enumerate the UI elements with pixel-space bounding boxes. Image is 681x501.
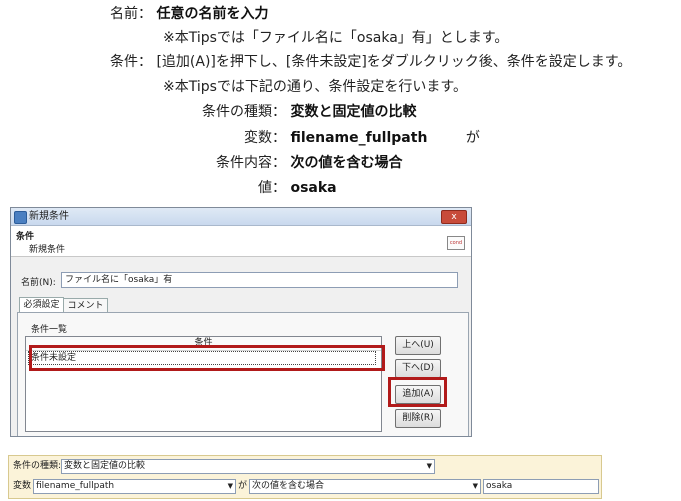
- app-icon: [14, 211, 27, 224]
- doc-name-note: ※本Tipsでは「ファイル名に「osaka」有」とします。: [163, 30, 509, 46]
- condition-editor-strip: 条件の種類: 変数と固定値の比較 ▼ 変数 filename_fullpath …: [8, 455, 602, 499]
- tab-required[interactable]: 必須設定: [19, 297, 64, 312]
- strip-kind-label: 条件の種類:: [13, 461, 62, 471]
- name-field[interactable]: ファイル名に「osaka」有: [61, 272, 458, 288]
- highlight-add-button: [388, 377, 447, 407]
- dropdown-arrow-icon: ▼: [426, 462, 432, 470]
- dropdown-arrow-icon: ▼: [472, 482, 478, 490]
- dropdown-arrow-icon: ▼: [227, 482, 233, 490]
- delete-button[interactable]: 削除(R): [395, 409, 441, 428]
- move-down-button[interactable]: 下へ(D): [395, 359, 441, 378]
- doc-cond-text: [追加(A)]を押下し、[条件未設定]をダブルクリック後、条件を設定します。: [156, 54, 632, 70]
- operator-select[interactable]: 次の値を含む場合 ▼: [249, 479, 481, 494]
- condition-kind-value: 変数と固定値の比較: [64, 461, 146, 471]
- doc-var-suffix: が: [465, 130, 480, 146]
- dialog-title: 新規条件: [29, 211, 69, 222]
- doc-cond-line: 条件： [追加(A)]を押下し、[条件未設定]をダブルクリック後、条件を設定しま…: [110, 52, 631, 72]
- doc-content-label: 条件内容：: [216, 155, 286, 171]
- dialog-titlebar[interactable]: 新規条件 x: [11, 208, 471, 226]
- doc-value-value: osaka: [290, 180, 337, 196]
- variable-select[interactable]: filename_fullpath ▼: [33, 479, 236, 494]
- operator-value: 次の値を含む場合: [252, 481, 325, 491]
- doc-cond-label: 条件：: [110, 54, 152, 70]
- doc-kind-label: 条件の種類：: [202, 104, 286, 120]
- value-field[interactable]: osaka: [483, 479, 599, 494]
- condition-list-label: 条件一覧: [31, 325, 68, 335]
- move-up-button[interactable]: 上へ(U): [395, 336, 441, 355]
- doc-var-label: 変数：: [244, 130, 286, 146]
- condition-kind-select[interactable]: 変数と固定値の比較 ▼: [61, 459, 435, 474]
- dialog-header-subtitle: 新規条件: [29, 245, 66, 255]
- cond-icon: cond: [447, 236, 465, 250]
- doc-cond-note: ※本Tipsでは下記の通り、条件設定を行います。: [163, 79, 467, 95]
- doc-name-label: 名前：: [110, 6, 152, 22]
- doc-var-value: filename_fullpath: [290, 130, 428, 146]
- doc-name-value: 任意の名前を入力: [156, 6, 269, 22]
- variable-value: filename_fullpath: [36, 481, 115, 491]
- name-label: 名前(N):: [21, 278, 56, 288]
- dialog-header: 条件 新規条件 cond: [11, 226, 471, 257]
- dialog-header-title: 条件: [16, 232, 35, 242]
- doc-value-line: 値： osaka: [200, 178, 337, 198]
- doc-content-line: 条件内容： 次の値を含む場合: [200, 153, 402, 173]
- tab-comment[interactable]: コメント: [63, 298, 108, 312]
- doc-kind-line: 条件の種類： 変数と固定値の比較: [200, 102, 416, 122]
- strip-var-label: 変数: [13, 481, 32, 491]
- doc-content-value: 次の値を含む場合: [290, 155, 403, 171]
- doc-var-line: 変数： filename_fullpath が: [200, 128, 480, 148]
- doc-name-line: 名前： 任意の名前を入力: [110, 4, 268, 24]
- close-icon[interactable]: x: [441, 210, 467, 224]
- highlight-list-row: [29, 345, 385, 371]
- doc-kind-value: 変数と固定値の比較: [290, 104, 417, 120]
- doc-value-label: 値：: [258, 180, 286, 196]
- strip-ga-label: が: [238, 481, 248, 491]
